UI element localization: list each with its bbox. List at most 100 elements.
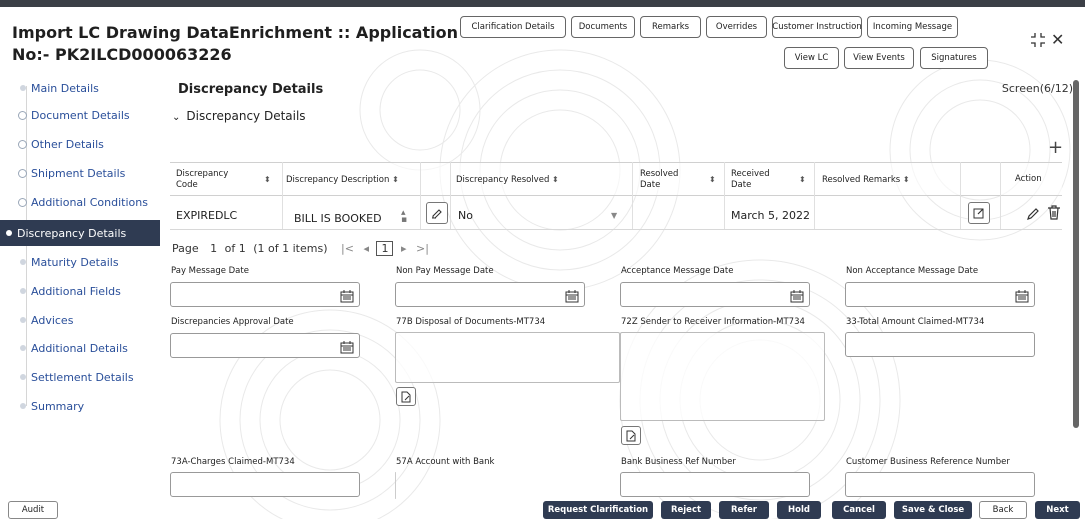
view-lc-button[interactable]: View LC bbox=[784, 47, 839, 69]
page-title: Import LC Drawing DataEnrichment :: Appl… bbox=[12, 22, 458, 66]
sidebar-item-other-details[interactable]: Other Details bbox=[18, 133, 104, 155]
page-number-button[interactable]: 1 bbox=[376, 241, 394, 256]
calendar-icon[interactable] bbox=[565, 288, 579, 303]
sidebar-item-label: Maturity Details bbox=[31, 255, 119, 269]
disposal-of-documents-textarea[interactable] bbox=[395, 332, 620, 383]
sidebar-item-settlement-details[interactable]: Settlement Details bbox=[18, 366, 134, 388]
header-text: Discrepancy Resolved bbox=[456, 175, 550, 185]
documents-button[interactable]: Documents bbox=[571, 16, 635, 38]
reject-button[interactable]: Reject bbox=[661, 501, 711, 519]
sidebar-item-label: Summary bbox=[31, 399, 85, 413]
customer-business-ref-input[interactable] bbox=[845, 472, 1035, 497]
col-description-header[interactable]: Discrepancy Description ⬍ bbox=[286, 174, 399, 186]
col-resolved-remarks-header[interactable]: Resolved Remarks ⬍ bbox=[822, 174, 910, 186]
sidebar-item-additional-conditions[interactable]: Additional Conditions bbox=[18, 191, 148, 213]
sidebar-item-label: Document Details bbox=[31, 108, 130, 122]
overrides-button[interactable]: Overrides bbox=[706, 16, 767, 38]
sidebar-item-shipment-details[interactable]: Shipment Details bbox=[18, 162, 125, 184]
background-pattern bbox=[219, 49, 1071, 519]
edit-description-button[interactable] bbox=[426, 202, 448, 224]
calendar-icon[interactable] bbox=[340, 339, 354, 354]
prev-page-icon[interactable]: ◂ bbox=[363, 242, 369, 255]
pay-message-date-input[interactable] bbox=[170, 282, 360, 307]
header-text: Resolved bbox=[640, 169, 679, 179]
remarks-button[interactable]: Remarks bbox=[640, 16, 701, 38]
clarification-details-button[interactable]: Clarification Details bbox=[460, 16, 566, 38]
page-current[interactable]: 1 bbox=[210, 242, 217, 255]
pending-step-icon bbox=[20, 374, 26, 380]
non-pay-message-date-input[interactable] bbox=[395, 282, 585, 307]
discrepancies-approval-date-label: Discrepancies Approval Date bbox=[171, 317, 294, 327]
header-text: Date bbox=[731, 180, 752, 190]
current-step-icon bbox=[6, 230, 12, 236]
sidebar-item-main-details[interactable]: Main Details bbox=[18, 77, 99, 99]
non-acceptance-message-date-input[interactable] bbox=[845, 282, 1035, 307]
sidebar-item-summary[interactable]: Summary bbox=[18, 395, 84, 417]
collapse-icon[interactable] bbox=[1030, 32, 1046, 48]
sort-icon[interactable]: ⬍ bbox=[264, 174, 271, 185]
close-icon[interactable]: ✕ bbox=[1051, 30, 1064, 49]
calendar-icon[interactable] bbox=[340, 288, 354, 303]
col-received-date-header[interactable]: Received Date bbox=[731, 169, 770, 191]
sort-icon: ⬍ bbox=[552, 175, 559, 184]
sidebar-item-label: Shipment Details bbox=[31, 166, 126, 180]
sort-icon: ⬍ bbox=[902, 175, 910, 184]
pencil-icon[interactable] bbox=[1026, 206, 1040, 220]
dropdown-arrow-icon[interactable]: ▼ bbox=[611, 211, 617, 220]
sort-icon[interactable]: ⬍ bbox=[799, 174, 806, 185]
sidebar-item-advices[interactable]: Advices bbox=[18, 309, 73, 331]
customer-business-ref-label: Customer Business Reference Number bbox=[846, 457, 1010, 467]
cell-resolved[interactable]: No bbox=[458, 209, 473, 222]
sidebar-item-label: Advices bbox=[31, 313, 74, 327]
col-code-header[interactable]: Discrepancy Code bbox=[176, 169, 228, 191]
sidebar-item-maturity-details[interactable]: Maturity Details bbox=[18, 251, 119, 273]
view-events-button[interactable]: View Events bbox=[844, 47, 914, 69]
last-page-icon[interactable]: >| bbox=[416, 242, 429, 255]
signatures-button[interactable]: Signatures bbox=[920, 47, 988, 69]
cancel-button[interactable]: Cancel bbox=[832, 501, 886, 519]
discrepancies-approval-date-input[interactable] bbox=[170, 333, 360, 358]
refer-button[interactable]: Refer bbox=[719, 501, 769, 519]
sidebar-item-discrepancy-details[interactable]: Discrepancy Details bbox=[0, 220, 160, 246]
acceptance-message-date-input[interactable] bbox=[620, 282, 810, 307]
scroll-arrows-icon[interactable]: ▴ ▪ bbox=[401, 209, 407, 225]
sidebar-item-label: Additional Fields bbox=[31, 284, 121, 298]
charges-claimed-input[interactable] bbox=[170, 472, 360, 497]
calendar-icon[interactable] bbox=[1015, 288, 1029, 303]
table-header: Discrepancy Code ⬍ Discrepancy Descriptio… bbox=[170, 162, 1062, 196]
trash-icon[interactable] bbox=[1047, 205, 1061, 220]
audit-button[interactable]: Audit bbox=[8, 501, 58, 519]
sender-to-receiver-textarea[interactable] bbox=[620, 332, 825, 421]
sidebar-item-label: Main Details bbox=[31, 81, 99, 95]
cell-code: EXPIREDLC bbox=[176, 209, 238, 222]
pending-step-icon bbox=[20, 288, 26, 294]
sender-to-receiver-expand-button[interactable] bbox=[621, 426, 641, 445]
sort-icon[interactable]: ⬍ bbox=[709, 174, 716, 185]
customer-instruction-button[interactable]: Customer Instruction bbox=[772, 16, 862, 38]
incoming-message-button[interactable]: Incoming Message bbox=[867, 16, 958, 38]
next-button[interactable]: Next bbox=[1035, 501, 1080, 519]
col-resolved-date-header[interactable]: Resolved Date bbox=[640, 169, 678, 191]
save-close-button[interactable]: Save & Close bbox=[894, 501, 972, 519]
pagination: Page 1 of 1 (1 of 1 items) |< ◂ 1 ▸ >| bbox=[172, 241, 429, 256]
total-amount-claimed-input[interactable] bbox=[845, 332, 1035, 357]
pending-step-icon bbox=[20, 259, 26, 265]
hold-button[interactable]: Hold bbox=[777, 501, 821, 519]
disposal-of-documents-expand-button[interactable] bbox=[396, 387, 416, 406]
next-page-icon[interactable]: ▸ bbox=[401, 242, 407, 255]
sidebar-item-additional-details[interactable]: Additional Details bbox=[18, 337, 128, 359]
back-button[interactable]: Back bbox=[979, 501, 1027, 519]
col-resolved-header[interactable]: Discrepancy Resolved ⬍ bbox=[456, 174, 559, 186]
subsection-toggle[interactable]: ⌄ Discrepancy Details bbox=[172, 109, 306, 123]
calendar-icon[interactable] bbox=[790, 288, 804, 303]
sidebar-item-additional-fields[interactable]: Additional Fields bbox=[18, 280, 121, 302]
first-page-icon[interactable]: |< bbox=[341, 242, 354, 255]
sidebar-item-document-details[interactable]: Document Details bbox=[18, 104, 130, 126]
check-circle-icon bbox=[18, 110, 27, 120]
vertical-scrollbar[interactable] bbox=[1073, 80, 1079, 428]
request-clarification-button[interactable]: Request Clarification bbox=[543, 501, 653, 519]
bank-business-ref-input[interactable] bbox=[620, 472, 810, 497]
edit-remarks-button[interactable] bbox=[968, 202, 990, 224]
add-row-icon[interactable]: + bbox=[1048, 137, 1063, 158]
title-line-2: No:- PK2ILCD000063226 bbox=[12, 45, 232, 64]
